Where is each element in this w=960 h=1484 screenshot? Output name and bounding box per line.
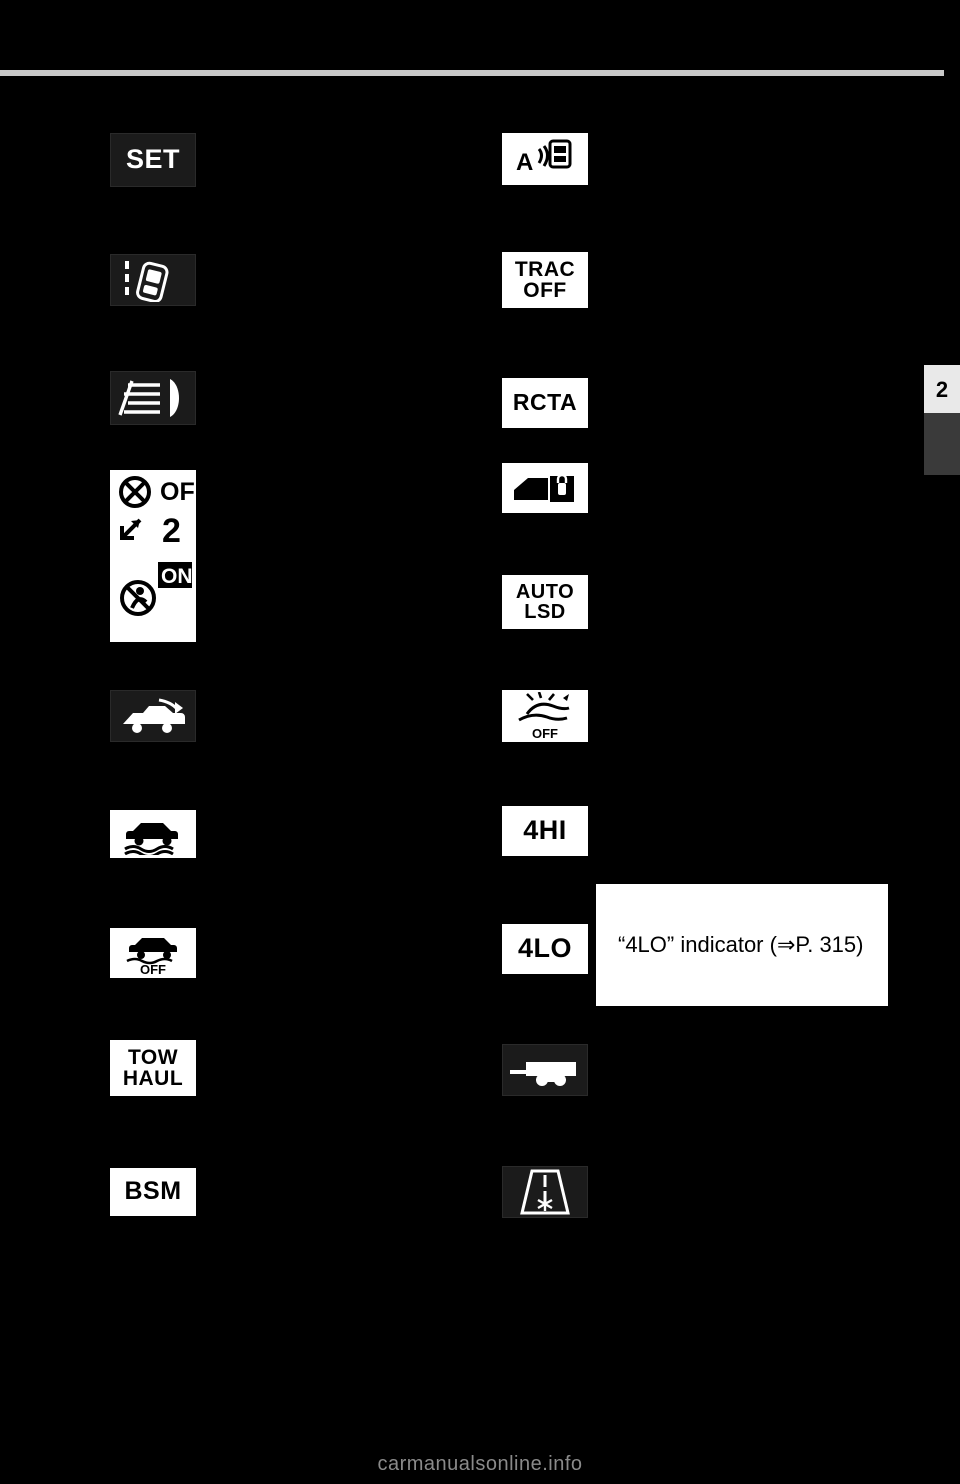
slip-icon bbox=[124, 823, 178, 855]
vsc-off-icon: OFF bbox=[126, 938, 177, 976]
bsm-indicator: BSM bbox=[110, 1168, 196, 1216]
bsm-label: BSM bbox=[124, 1177, 182, 1206]
trailer-icon bbox=[510, 1062, 576, 1086]
chapter-tab-block bbox=[924, 413, 960, 475]
slip-indicator bbox=[110, 810, 196, 858]
four-high-label: 4HI bbox=[523, 815, 567, 846]
trac-off-label: TRAC OFF bbox=[514, 257, 576, 302]
multi-terrain-select-indicator bbox=[502, 1166, 588, 1218]
svg-text:OFF: OFF bbox=[160, 478, 196, 506]
off-road-turn-assist-indicator: OFF 2 ON bbox=[110, 470, 196, 642]
vsc-off-label: OFF bbox=[140, 962, 166, 976]
front-fog-light-indicator bbox=[110, 371, 196, 425]
lane-departure-icon bbox=[125, 261, 169, 302]
manual-page: 2 SET OF 2 ON OFF TOW HAUL BSM A TRAC OF… bbox=[0, 0, 960, 1484]
svg-text:2: 2 bbox=[162, 512, 181, 550]
svg-text:A: A bbox=[516, 149, 533, 176]
four-low-callout-text: “4LO” indicator (⇒P. 315) bbox=[618, 932, 864, 957]
downhill-assist-control-indicator bbox=[110, 690, 196, 742]
off-road-turn-assist-icon: OFF 2 ON bbox=[119, 476, 196, 616]
watermark: carmanualsonline.info bbox=[377, 1453, 583, 1475]
tow-haul-indicator: TOW HAUL bbox=[110, 1040, 196, 1096]
auto-lsd-label: AUTO LSD bbox=[515, 580, 575, 623]
chapter-number: 2 bbox=[935, 377, 949, 402]
parking-assist-indicator: A bbox=[502, 133, 588, 185]
four-low-callout: “4LO” indicator (⇒P. 315) bbox=[596, 884, 888, 1006]
fog-light-icon bbox=[118, 379, 179, 417]
header-rule bbox=[0, 70, 944, 76]
pcs-off-indicator: OFF bbox=[502, 690, 588, 742]
downhill-assist-icon bbox=[123, 698, 185, 733]
trailer-indicator bbox=[502, 1044, 588, 1096]
pcs-off-icon: OFF bbox=[518, 692, 570, 740]
cargo-lock-indicator bbox=[502, 463, 588, 513]
vsc-off-indicator: OFF bbox=[110, 928, 196, 978]
multi-terrain-select-icon bbox=[520, 1169, 570, 1215]
chapter-tab: 2 bbox=[924, 365, 960, 475]
parking-assist-icon: A bbox=[516, 139, 572, 176]
trac-off-indicator: TRAC OFF bbox=[502, 252, 588, 308]
svg-text:ON: ON bbox=[161, 565, 193, 588]
four-low-indicator: 4LO bbox=[502, 924, 588, 974]
auto-lsd-indicator: AUTO LSD bbox=[502, 575, 588, 629]
cargo-lock-icon bbox=[514, 473, 574, 502]
rcta-indicator: RCTA bbox=[502, 378, 588, 428]
four-high-indicator: 4HI bbox=[502, 806, 588, 856]
lane-departure-alert-indicator bbox=[110, 254, 196, 306]
rcta-label: RCTA bbox=[512, 389, 578, 416]
pcs-off-label: OFF bbox=[532, 726, 558, 740]
tow-haul-label: TOW HAUL bbox=[122, 1045, 184, 1090]
set-indicator-label: SET bbox=[125, 144, 180, 175]
four-low-label: 4LO bbox=[517, 933, 572, 964]
set-indicator: SET bbox=[110, 133, 196, 187]
